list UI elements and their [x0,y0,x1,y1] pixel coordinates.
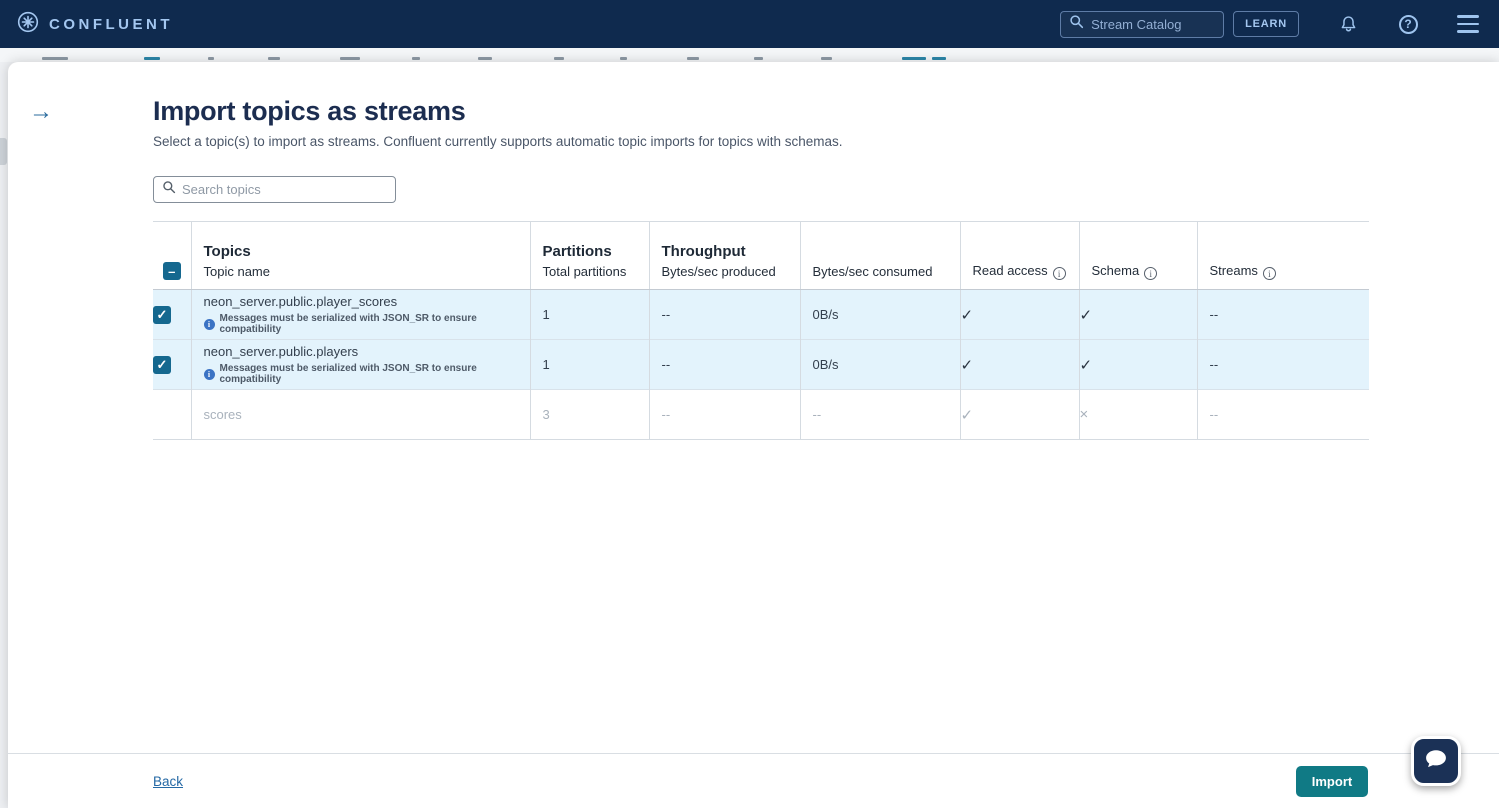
topic-name: scores [204,407,530,423]
col-schema: Schemai [1079,260,1197,290]
cell-bytes-consumed: 0B/s [800,290,960,340]
cell-read-access-check: ✓ [960,340,1079,390]
group-header-topics: Topics [191,222,530,260]
table-column-header-row: – Topic name Total partitions Bytes/sec … [153,260,1369,290]
cell-bytes-produced: -- [649,340,800,390]
cell-streams: -- [1197,390,1369,440]
group-header-throughput: Throughput [649,222,800,260]
panel-footer: Back Import [8,753,1499,808]
group-header-partitions: Partitions [530,222,649,260]
topics-table: Topics Partitions Throughput – Topic nam… [153,221,1369,440]
cell-read-access-check: ✓ [960,390,1079,440]
col-total-partitions: Total partitions [530,260,649,290]
breadcrumb-clipped [42,57,946,60]
learn-button[interactable]: LEARN [1233,11,1299,37]
table-row-disabled: scores 3 -- -- ✓ × -- [153,390,1369,440]
info-icon: i [204,369,215,380]
table-row[interactable]: ✓ neon_server.public.players i Messages … [153,340,1369,390]
hamburger-menu-icon[interactable] [1457,13,1479,35]
import-topics-panel: → Import topics as streams Select a topi… [8,62,1499,808]
topic-search-box[interactable] [153,176,396,203]
info-icon[interactable]: i [1053,267,1066,280]
cell-streams: -- [1197,290,1369,340]
topic-note: i Messages must be serialized with JSON_… [204,313,530,335]
col-bytes-consumed: Bytes/sec consumed [800,260,960,290]
cell-streams: -- [1197,340,1369,390]
notifications-bell-icon[interactable] [1337,13,1359,35]
chat-widget-button[interactable] [1411,736,1461,786]
select-all-checkbox[interactable]: – [163,262,181,280]
info-icon: i [204,319,215,330]
topic-note: i Messages must be serialized with JSON_… [204,363,530,385]
brand-name: CONFLUENT [49,16,173,33]
info-icon[interactable]: i [1263,267,1276,280]
stream-catalog-input[interactable] [1091,17,1211,32]
topic-name: neon_server.public.players [204,344,530,360]
cell-partitions: 1 [530,340,649,390]
top-navbar: CONFLUENT LEARN ? [0,0,1499,48]
confluent-brand[interactable]: CONFLUENT [16,10,173,39]
cell-schema-check: ✓ [1079,290,1197,340]
cell-partitions: 3 [530,390,649,440]
row-checkbox[interactable]: ✓ [153,306,171,324]
topic-name: neon_server.public.player_scores [204,294,530,310]
import-button[interactable]: Import [1296,766,1368,797]
cell-schema-check: ✓ [1079,340,1197,390]
cell-read-access-check: ✓ [960,290,1079,340]
page-subtitle: Select a topic(s) to import as streams. … [153,134,1499,149]
col-bytes-produced: Bytes/sec produced [649,260,800,290]
row-checkbox[interactable]: ✓ [153,356,171,374]
search-icon [1069,14,1084,34]
search-icon [162,180,176,199]
chat-bubble-icon [1422,745,1450,778]
collapsed-sidebar-tab [0,138,7,165]
cell-bytes-produced: -- [649,390,800,440]
cell-bytes-consumed: -- [800,390,960,440]
col-topic-name: Topic name [191,260,530,290]
confluent-logo-icon [16,10,40,39]
page-title: Import topics as streams [153,96,1499,127]
background-page-strip [0,48,1499,62]
cell-bytes-produced: -- [649,290,800,340]
stream-catalog-searchbox[interactable] [1060,11,1224,38]
back-link[interactable]: Back [153,774,183,789]
topic-search-input[interactable] [182,182,372,197]
info-icon[interactable]: i [1144,267,1157,280]
cell-bytes-consumed: 0B/s [800,340,960,390]
table-group-header-row: Topics Partitions Throughput [153,222,1369,260]
table-row[interactable]: ✓ neon_server.public.player_scores i Mes… [153,290,1369,340]
help-icon[interactable]: ? [1397,13,1419,35]
col-streams: Streamsi [1197,260,1369,290]
cell-partitions: 1 [530,290,649,340]
col-read-access: Read accessi [960,260,1079,290]
cell-schema-cross: × [1079,390,1197,440]
collapse-panel-arrow-icon[interactable]: → [29,100,53,124]
